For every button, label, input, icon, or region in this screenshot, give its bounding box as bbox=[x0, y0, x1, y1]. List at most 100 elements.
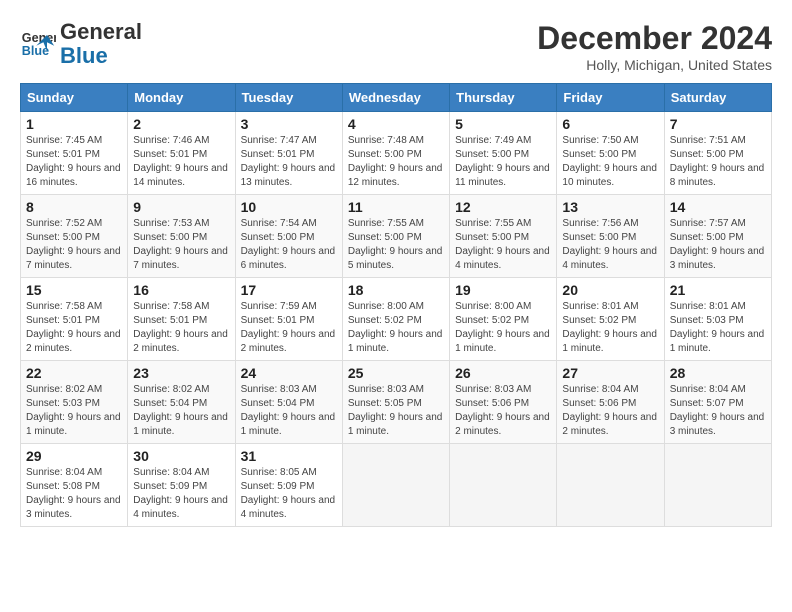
table-row: 2 Sunrise: 7:46 AMSunset: 5:01 PMDaylight… bbox=[128, 112, 235, 195]
col-saturday: Saturday bbox=[664, 84, 771, 112]
day-number: 23 bbox=[133, 365, 229, 381]
table-row: 13Sunrise: 7:56 AMSunset: 5:00 PMDayligh… bbox=[557, 195, 664, 278]
table-row: 6 Sunrise: 7:50 AMSunset: 5:00 PMDaylight… bbox=[557, 112, 664, 195]
table-row: 25Sunrise: 8:03 AMSunset: 5:05 PMDayligh… bbox=[342, 361, 449, 444]
table-row: 9 Sunrise: 7:53 AMSunset: 5:00 PMDaylight… bbox=[128, 195, 235, 278]
day-info: Sunrise: 8:02 AMSunset: 5:03 PMDaylight:… bbox=[26, 383, 122, 439]
day-number: 7 bbox=[670, 116, 766, 132]
day-number: 6 bbox=[562, 116, 658, 132]
day-info: Sunrise: 7:46 AMSunset: 5:01 PMDaylight:… bbox=[133, 134, 229, 190]
day-number: 26 bbox=[455, 365, 551, 381]
day-info: Sunrise: 7:55 AMSunset: 5:00 PMDaylight:… bbox=[348, 217, 444, 273]
day-info: Sunrise: 7:54 AMSunset: 5:00 PMDaylight:… bbox=[241, 217, 337, 273]
table-row bbox=[664, 444, 771, 527]
table-row: 5Sunrise: 7:49 AMSunset: 5:00 PMDaylight… bbox=[450, 112, 557, 195]
day-info: Sunrise: 8:05 AMSunset: 5:09 PMDaylight:… bbox=[241, 466, 337, 522]
col-monday: Monday bbox=[128, 84, 235, 112]
calendar-table: Sunday Monday Tuesday Wednesday Thursday… bbox=[20, 83, 772, 527]
title-area: December 2024 Holly, Michigan, United St… bbox=[537, 20, 772, 73]
table-row: 12 Sunrise: 7:55 AMSunset: 5:00 PMDayligh… bbox=[450, 195, 557, 278]
table-row: 18 Sunrise: 8:00 AMSunset: 5:02 PMDayligh… bbox=[342, 278, 449, 361]
table-row: 3 Sunrise: 7:47 AMSunset: 5:01 PMDaylight… bbox=[235, 112, 342, 195]
day-info: Sunrise: 8:01 AMSunset: 5:02 PMDaylight:… bbox=[562, 300, 658, 356]
day-info: Sunrise: 7:48 AMSunset: 5:00 PMDaylight:… bbox=[348, 134, 444, 190]
day-info: Sunrise: 7:55 AMSunset: 5:00 PMDaylight:… bbox=[455, 217, 551, 273]
calendar-row: 8 Sunrise: 7:52 AMSunset: 5:00 PMDaylight… bbox=[21, 195, 772, 278]
day-info: Sunrise: 7:45 AMSunset: 5:01 PMDaylight:… bbox=[26, 134, 122, 190]
day-number: 12 bbox=[455, 199, 551, 215]
table-row: 16 Sunrise: 7:58 AMSunset: 5:01 PMDayligh… bbox=[128, 278, 235, 361]
day-info: Sunrise: 7:49 AMSunset: 5:00 PMDaylight:… bbox=[455, 134, 551, 190]
day-number: 15 bbox=[26, 282, 122, 298]
day-info: Sunrise: 8:02 AMSunset: 5:04 PMDaylight:… bbox=[133, 383, 229, 439]
table-row: 1 Sunrise: 7:45 AMSunset: 5:01 PMDaylight… bbox=[21, 112, 128, 195]
table-row: 28Sunrise: 8:04 AMSunset: 5:07 PMDayligh… bbox=[664, 361, 771, 444]
day-number: 2 bbox=[133, 116, 229, 132]
day-info: Sunrise: 7:53 AMSunset: 5:00 PMDaylight:… bbox=[133, 217, 229, 273]
day-info: Sunrise: 8:00 AMSunset: 5:02 PMDaylight:… bbox=[455, 300, 551, 356]
day-info: Sunrise: 7:58 AMSunset: 5:01 PMDaylight:… bbox=[133, 300, 229, 356]
table-row: 29Sunrise: 8:04 AMSunset: 5:08 PMDayligh… bbox=[21, 444, 128, 527]
day-info: Sunrise: 8:01 AMSunset: 5:03 PMDaylight:… bbox=[670, 300, 766, 356]
day-number: 8 bbox=[26, 199, 122, 215]
day-number: 9 bbox=[133, 199, 229, 215]
header-row: Sunday Monday Tuesday Wednesday Thursday… bbox=[21, 84, 772, 112]
day-number: 10 bbox=[241, 199, 337, 215]
table-row: 27 Sunrise: 8:04 AMSunset: 5:06 PMDayligh… bbox=[557, 361, 664, 444]
col-thursday: Thursday bbox=[450, 84, 557, 112]
table-row: 15Sunrise: 7:58 AMSunset: 5:01 PMDayligh… bbox=[21, 278, 128, 361]
day-info: Sunrise: 7:47 AMSunset: 5:01 PMDaylight:… bbox=[241, 134, 337, 190]
day-info: Sunrise: 7:52 AMSunset: 5:00 PMDaylight:… bbox=[26, 217, 122, 273]
month-title: December 2024 bbox=[537, 20, 772, 57]
day-number: 31 bbox=[241, 448, 337, 464]
calendar-row: 22Sunrise: 8:02 AMSunset: 5:03 PMDayligh… bbox=[21, 361, 772, 444]
day-number: 4 bbox=[348, 116, 444, 132]
table-row: 17Sunrise: 7:59 AMSunset: 5:01 PMDayligh… bbox=[235, 278, 342, 361]
table-row: 31 Sunrise: 8:05 AMSunset: 5:09 PMDayligh… bbox=[235, 444, 342, 527]
table-row bbox=[557, 444, 664, 527]
day-info: Sunrise: 7:50 AMSunset: 5:00 PMDaylight:… bbox=[562, 134, 658, 190]
day-number: 3 bbox=[241, 116, 337, 132]
day-number: 28 bbox=[670, 365, 766, 381]
day-number: 20 bbox=[562, 282, 658, 298]
calendar-row: 15 Sunrise: 7:58 AMSunset: 5:01 PMDayligh… bbox=[21, 278, 772, 361]
table-row: 22Sunrise: 8:02 AMSunset: 5:03 PMDayligh… bbox=[21, 361, 128, 444]
day-number: 19 bbox=[455, 282, 551, 298]
day-info: Sunrise: 8:03 AMSunset: 5:05 PMDaylight:… bbox=[348, 383, 444, 439]
table-row: 8 Sunrise: 7:52 AMSunset: 5:00 PMDaylight… bbox=[21, 195, 128, 278]
logo-text: General Blue bbox=[60, 20, 142, 68]
day-number: 1 bbox=[26, 116, 122, 132]
day-number: 16 bbox=[133, 282, 229, 298]
col-sunday: Sunday bbox=[21, 84, 128, 112]
table-row: 26 Sunrise: 8:03 AMSunset: 5:06 PMDayligh… bbox=[450, 361, 557, 444]
table-row: 21 Sunrise: 8:01 AMSunset: 5:03 PMDayligh… bbox=[664, 278, 771, 361]
col-wednesday: Wednesday bbox=[342, 84, 449, 112]
table-row: 11 Sunrise: 7:55 AMSunset: 5:00 PMDayligh… bbox=[342, 195, 449, 278]
location: Holly, Michigan, United States bbox=[537, 57, 772, 73]
table-row: 23 Sunrise: 8:02 AMSunset: 5:04 PMDayligh… bbox=[128, 361, 235, 444]
day-number: 27 bbox=[562, 365, 658, 381]
day-info: Sunrise: 7:59 AMSunset: 5:01 PMDaylight:… bbox=[241, 300, 337, 356]
table-row bbox=[450, 444, 557, 527]
day-info: Sunrise: 7:57 AMSunset: 5:00 PMDaylight:… bbox=[670, 217, 766, 273]
day-info: Sunrise: 8:03 AMSunset: 5:04 PMDaylight:… bbox=[241, 383, 337, 439]
day-info: Sunrise: 7:51 AMSunset: 5:00 PMDaylight:… bbox=[670, 134, 766, 190]
calendar-row: 29Sunrise: 8:04 AMSunset: 5:08 PMDayligh… bbox=[21, 444, 772, 527]
day-info: Sunrise: 8:04 AMSunset: 5:08 PMDaylight:… bbox=[26, 466, 122, 522]
table-row: 20 Sunrise: 8:01 AMSunset: 5:02 PMDayligh… bbox=[557, 278, 664, 361]
day-info: Sunrise: 8:03 AMSunset: 5:06 PMDaylight:… bbox=[455, 383, 551, 439]
table-row: 7 Sunrise: 7:51 AMSunset: 5:00 PMDaylight… bbox=[664, 112, 771, 195]
day-info: Sunrise: 8:04 AMSunset: 5:06 PMDaylight:… bbox=[562, 383, 658, 439]
table-row: 30Sunrise: 8:04 AMSunset: 5:09 PMDayligh… bbox=[128, 444, 235, 527]
day-number: 21 bbox=[670, 282, 766, 298]
col-friday: Friday bbox=[557, 84, 664, 112]
day-number: 13 bbox=[562, 199, 658, 215]
day-info: Sunrise: 8:00 AMSunset: 5:02 PMDaylight:… bbox=[348, 300, 444, 356]
day-number: 11 bbox=[348, 199, 444, 215]
logo-icon: General Blue bbox=[20, 26, 56, 62]
table-row: 24Sunrise: 8:03 AMSunset: 5:04 PMDayligh… bbox=[235, 361, 342, 444]
day-number: 18 bbox=[348, 282, 444, 298]
day-number: 14 bbox=[670, 199, 766, 215]
logo: General Blue General Blue bbox=[20, 20, 142, 68]
day-info: Sunrise: 8:04 AMSunset: 5:09 PMDaylight:… bbox=[133, 466, 229, 522]
